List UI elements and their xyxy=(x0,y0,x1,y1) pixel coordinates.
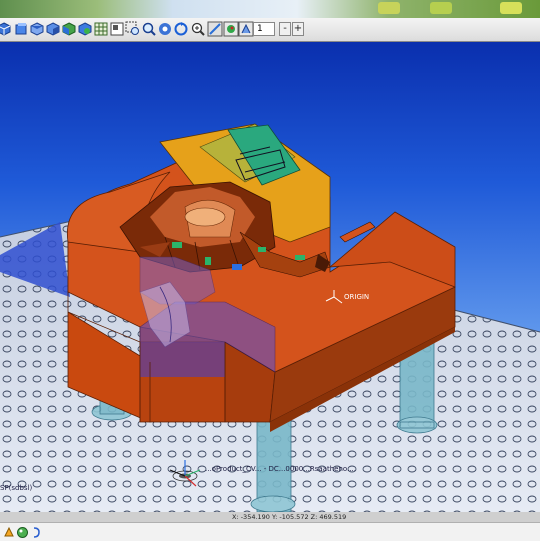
dimension-icon[interactable] xyxy=(238,21,254,37)
layer-select[interactable]: 1 xyxy=(253,22,275,36)
desktop-background-strip xyxy=(0,0,540,18)
increment-button[interactable]: + xyxy=(292,22,304,36)
cursor-coordinates: X: -354.190 Y: -105.572 Z: 469.519 xyxy=(232,513,347,521)
layers-icon[interactable] xyxy=(109,21,125,37)
model-scene xyxy=(0,123,540,512)
view-back-icon[interactable] xyxy=(61,21,77,37)
grid-icon[interactable] xyxy=(93,21,109,37)
desktop-tile xyxy=(500,2,522,14)
view-toolbar: 1 - + xyxy=(0,18,540,42)
zoom-icon[interactable] xyxy=(190,21,206,37)
3d-viewport[interactable]: ORIGIN ...oProduct_CV... - DC...0000...R… xyxy=(0,42,540,512)
render-icon[interactable] xyxy=(223,21,239,37)
taskbar-strip xyxy=(0,522,540,541)
zoom-window-icon[interactable] xyxy=(125,21,141,37)
pan-icon[interactable] xyxy=(157,21,173,37)
zoom-fit-icon[interactable] xyxy=(141,21,157,37)
view-shaded-icon[interactable] xyxy=(77,21,93,37)
rotate-icon[interactable] xyxy=(173,21,189,37)
palette-icon[interactable] xyxy=(16,526,29,539)
view-name-label: SP(sdbsl) xyxy=(0,484,33,492)
desktop-tile xyxy=(378,2,400,14)
model-name-label: ...oProduct_CV... - DC...0000...Rsaathen… xyxy=(205,465,356,473)
script-icon[interactable] xyxy=(30,526,43,539)
origin-label: ORIGIN xyxy=(344,293,370,301)
view-iso-icon[interactable] xyxy=(0,21,12,37)
coordinate-statusbar: X: -354.190 Y: -105.572 Z: 469.519 xyxy=(0,512,540,522)
view-top-icon[interactable] xyxy=(29,21,45,37)
desktop-tile xyxy=(430,2,452,14)
tool-icon[interactable] xyxy=(3,526,16,539)
shaded-mode-icon[interactable] xyxy=(207,21,223,37)
view-side-icon[interactable] xyxy=(45,21,61,37)
view-front-icon[interactable] xyxy=(13,21,29,37)
decrement-button[interactable]: - xyxy=(279,22,291,36)
